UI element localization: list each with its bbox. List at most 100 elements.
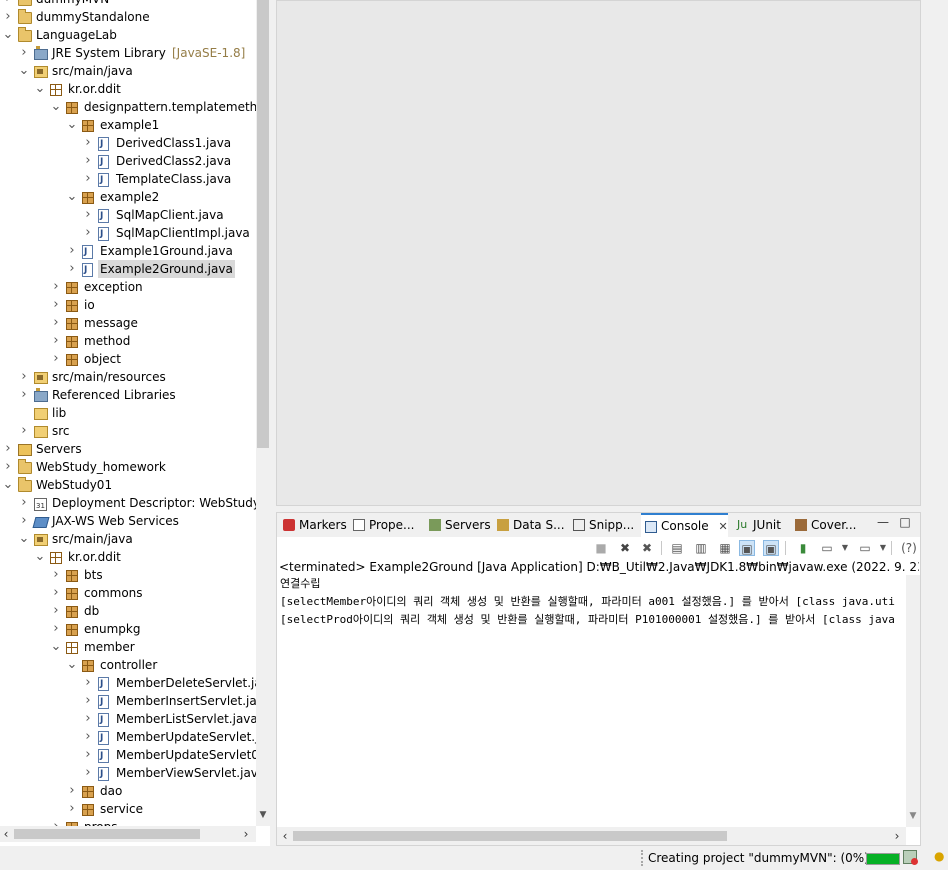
chevron-right-icon[interactable]: › — [2, 458, 14, 476]
tab-console[interactable]: Console ✕ — [641, 513, 728, 537]
tree-item[interactable]: ⌄ designpattern.templatemethod — [0, 98, 256, 116]
tree-item[interactable]: ⌄ LanguageLab — [0, 26, 256, 44]
lightbulb-icon[interactable]: ● — [934, 849, 946, 867]
chevron-down-icon[interactable]: ⌄ — [66, 116, 78, 134]
tree-item[interactable]: › DerivedClass2.java — [0, 152, 256, 171]
chevron-down-icon[interactable]: ⌄ — [66, 656, 78, 674]
chevron-down-icon[interactable]: ⌄ — [34, 80, 46, 98]
tab-junit[interactable]: Ju JUnit — [733, 513, 781, 537]
tree-item[interactable]: › method — [0, 332, 256, 350]
chevron-right-icon[interactable]: › — [66, 800, 78, 818]
chevron-down-icon[interactable]: ⌄ — [2, 26, 14, 44]
tree-item[interactable]: › io — [0, 296, 256, 314]
tree-item[interactable]: › bts — [0, 566, 256, 584]
tree-item[interactable]: › Referenced Libraries — [0, 386, 256, 404]
chevron-right-icon[interactable]: › — [82, 692, 94, 710]
tree-item[interactable]: › SqlMapClient.java — [0, 206, 256, 225]
console-horizontal-scrollbar[interactable]: ‹ › — [277, 827, 906, 845]
chevron-right-icon[interactable]: › — [50, 296, 62, 314]
show-console-on-stdout-icon[interactable]: ▣ — [739, 540, 755, 556]
remove-all-terminated-icon[interactable]: ✖ — [639, 540, 655, 556]
chevron-right-icon[interactable]: › — [82, 206, 94, 224]
tree-item[interactable]: ⌄ member — [0, 638, 256, 656]
terminate-icon[interactable]: ■ — [593, 540, 609, 556]
tree-item[interactable]: › message — [0, 314, 256, 332]
chevron-right-icon[interactable]: › — [18, 386, 30, 404]
chevron-right-icon[interactable]: › — [82, 710, 94, 728]
chevron-right-icon[interactable]: › — [18, 494, 30, 512]
display-selected-console-icon[interactable]: ▭ — [819, 540, 835, 556]
scroll-right-arrow-icon[interactable]: › — [240, 826, 252, 842]
console-output[interactable]: 연결수립 [selectMember아이디의 쿼리 객체 생성 및 반환를 실행… — [280, 575, 906, 827]
chevron-right-icon[interactable]: › — [50, 566, 62, 584]
tree-item[interactable]: › service — [0, 800, 256, 818]
tree-item[interactable]: ⌄ src/main/java — [0, 530, 256, 548]
scroll-left-arrow-icon[interactable]: ‹ — [0, 826, 12, 842]
console-horizontal-scroll-thumb[interactable] — [293, 831, 727, 841]
chevron-right-icon[interactable]: › — [66, 782, 78, 800]
chevron-right-icon[interactable]: › — [18, 422, 30, 440]
chevron-right-icon[interactable]: › — [2, 440, 14, 458]
tree-item[interactable]: › MemberUpdateServlet.java — [0, 728, 256, 747]
tab-coverage[interactable]: Cover... — [791, 513, 856, 537]
chevron-down-icon[interactable]: ⌄ — [18, 530, 30, 548]
chevron-right-icon[interactable]: › — [18, 368, 30, 386]
tree-item[interactable]: › MemberDeleteServlet.java — [0, 674, 256, 693]
tab-properties[interactable]: Prope... — [349, 513, 414, 537]
tree-item[interactable]: › MemberListServlet.java — [0, 710, 256, 729]
tree-horizontal-scrollbar[interactable]: ‹ › — [0, 826, 256, 842]
progress-bar[interactable] — [866, 853, 900, 865]
tree-item[interactable]: ⌄ kr.or.ddit — [0, 80, 256, 98]
pin-console-icon[interactable]: ▮ — [795, 540, 811, 556]
tree-item[interactable]: › JAX-WS Web Services — [0, 512, 256, 530]
tree-item[interactable]: ⌄ src/main/java — [0, 62, 256, 80]
tree-item[interactable]: ⌄ example1 — [0, 116, 256, 134]
tree-item[interactable]: › WebStudy_homework — [0, 458, 256, 476]
remove-launch-icon[interactable]: ✖ — [617, 540, 633, 556]
tree-item[interactable]: › MemberInsertServlet.java — [0, 692, 256, 711]
tree-horizontal-scroll-thumb[interactable] — [14, 829, 200, 839]
chevron-right-icon[interactable]: › — [18, 512, 30, 530]
chevron-right-icon[interactable]: › — [66, 260, 78, 278]
tab-markers[interactable]: Markers — [279, 513, 347, 537]
chevron-right-icon[interactable]: › — [50, 602, 62, 620]
chevron-down-icon[interactable]: ▼ — [837, 540, 853, 556]
chevron-right-icon[interactable]: › — [50, 818, 62, 826]
tree-item[interactable]: › object — [0, 350, 256, 368]
chevron-right-icon[interactable]: › — [82, 170, 94, 188]
tab-snippets[interactable]: Snipp... — [569, 513, 634, 537]
tree-item[interactable]: lib — [0, 404, 256, 422]
tree-item[interactable]: › Example2Ground.java — [0, 260, 256, 279]
tree-item[interactable]: › DerivedClass1.java — [0, 134, 256, 153]
scroll-down-arrow-icon[interactable]: ▼ — [908, 811, 918, 821]
chevron-right-icon[interactable]: › — [2, 8, 14, 26]
tab-data-source[interactable]: Data S... — [493, 513, 565, 537]
tree-item[interactable]: › Example1Ground.java — [0, 242, 256, 261]
scroll-lock-icon[interactable]: ▥ — [693, 540, 709, 556]
tree-vertical-scrollbar[interactable]: ▼ — [256, 0, 270, 826]
tree-item[interactable]: › TemplateClass.java — [0, 170, 256, 189]
chevron-right-icon[interactable]: › — [18, 44, 30, 62]
close-icon[interactable]: ✕ — [718, 516, 727, 538]
chevron-right-icon[interactable]: › — [82, 674, 94, 692]
console-vertical-scrollbar[interactable]: ▼ — [906, 575, 920, 827]
tree-item[interactable]: › src/main/resources — [0, 368, 256, 386]
tree-item[interactable]: ⌄ WebStudy01 — [0, 476, 256, 494]
chevron-down-icon[interactable]: ⌄ — [50, 638, 62, 656]
chevron-right-icon[interactable]: › — [50, 620, 62, 638]
chevron-down-icon[interactable]: ▼ — [875, 540, 891, 556]
tree-item[interactable]: › exception — [0, 278, 256, 296]
chevron-right-icon[interactable]: › — [82, 134, 94, 152]
chevron-right-icon[interactable]: › — [50, 332, 62, 350]
chevron-right-icon[interactable]: › — [82, 152, 94, 170]
tree-item[interactable]: › dummyMVN — [0, 0, 256, 8]
chevron-right-icon[interactable]: › — [50, 314, 62, 332]
tree-item[interactable]: › SqlMapClientImpl.java — [0, 224, 256, 243]
stop-progress-icon[interactable] — [903, 850, 918, 865]
tree-item[interactable]: › Servers — [0, 440, 256, 458]
tree-item[interactable]: › props — [0, 818, 256, 826]
tree-item[interactable]: › dummyStandalone — [0, 8, 256, 26]
clear-console-icon[interactable]: ▤ — [669, 540, 685, 556]
tree-item[interactable]: › commons — [0, 584, 256, 602]
chevron-right-icon[interactable]: › — [50, 584, 62, 602]
